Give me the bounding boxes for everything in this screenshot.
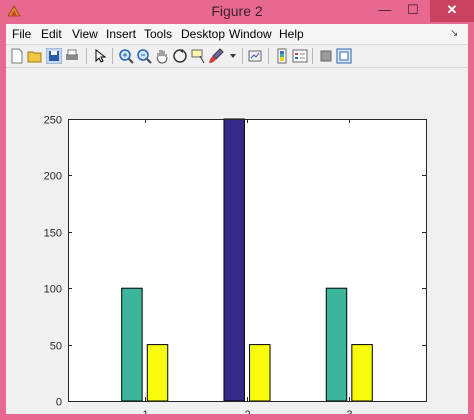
menu-insert[interactable]: Insert (106, 27, 136, 41)
menu-tools[interactable]: Tools (144, 27, 172, 41)
brush-icon[interactable] (208, 48, 224, 64)
title-bar[interactable]: Figure 2 — ☐ ✕ (0, 0, 474, 24)
y-tick-label: 50 (50, 341, 62, 353)
toolbar-separator (112, 48, 113, 64)
bar-series2-cat3[interactable] (351, 344, 373, 402)
toolbar-separator (86, 48, 87, 64)
menu-view[interactable]: View (72, 27, 98, 41)
maximize-button[interactable]: ☐ (400, 0, 426, 22)
toolbar-separator (242, 48, 243, 64)
menu-window[interactable]: Window (229, 27, 272, 41)
hide-plot-tools-icon[interactable] (318, 48, 334, 64)
rotate-3d-icon[interactable] (172, 48, 188, 64)
toolbar-separator (312, 48, 313, 64)
save-icon[interactable] (46, 48, 62, 64)
figure-canvas[interactable]: 0 50 100 150 200 250 1 2 3 (6, 68, 468, 420)
show-plot-tools-icon[interactable] (336, 48, 352, 64)
y-tick-label: 250 (44, 115, 62, 127)
pan-icon[interactable] (154, 48, 170, 64)
menu-overflow-icon[interactable]: ↘ (450, 28, 458, 39)
new-figure-icon[interactable] (9, 48, 25, 64)
bar-series2-cat2[interactable] (249, 344, 271, 402)
figure-client-area: File Edit View Insert Tools Desktop Wind… (6, 24, 468, 420)
edit-plot-icon[interactable] (92, 48, 108, 64)
bar-series1-cat1[interactable] (121, 287, 143, 402)
data-cursor-icon[interactable] (190, 48, 206, 64)
menu-desktop[interactable]: Desktop (181, 27, 225, 41)
close-button[interactable]: ✕ (430, 0, 474, 22)
y-tick-label: 100 (44, 284, 62, 296)
y-tick-label: 150 (44, 228, 62, 240)
insert-colorbar-icon[interactable] (274, 48, 290, 64)
minimize-button[interactable]: — (372, 0, 398, 22)
figure-toolbar (6, 45, 468, 68)
x-tick-label: 3 (346, 409, 352, 414)
bar-chart[interactable]: 0 50 100 150 200 250 1 2 3 (6, 68, 468, 420)
zoom-in-icon[interactable] (118, 48, 134, 64)
insert-legend-icon[interactable] (292, 48, 308, 64)
menu-edit[interactable]: Edit (41, 27, 62, 41)
menu-bar: File Edit View Insert Tools Desktop Wind… (6, 24, 468, 45)
print-icon[interactable] (64, 48, 80, 64)
y-tick-label: 200 (44, 171, 62, 183)
menu-help[interactable]: Help (279, 27, 304, 41)
figure-window: Figure 2 — ☐ ✕ File Edit View Insert Too… (0, 0, 474, 420)
bar-series1-cat3[interactable] (325, 287, 348, 402)
x-tick-label: 1 (142, 409, 148, 414)
open-file-icon[interactable] (27, 48, 43, 64)
bar-series2-cat1[interactable] (146, 344, 169, 402)
zoom-out-icon[interactable] (136, 48, 152, 64)
x-tick-label: 2 (244, 409, 250, 414)
y-tick-label: 0 (56, 397, 62, 409)
toolbar-separator (268, 48, 269, 64)
menu-file[interactable]: File (12, 27, 31, 41)
link-plot-icon[interactable] (248, 48, 264, 64)
bar-series1-cat2[interactable] (223, 118, 245, 402)
brush-dropdown-icon[interactable] (226, 48, 242, 64)
